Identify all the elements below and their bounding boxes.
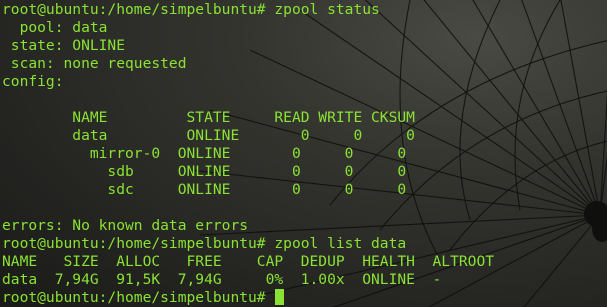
terminal-line: config: <box>2 73 64 90</box>
terminal-line: errors: No known data errors <box>2 217 249 234</box>
wire-hub <box>584 201 607 242</box>
terminal-line: NAME SIZE ALLOC FREE CAP DEDUP HEALTH AL… <box>2 253 495 270</box>
terminal-line: sdc ONLINE 0 0 0 <box>2 181 407 198</box>
terminal-line: state: ONLINE <box>2 37 126 54</box>
terminal-line: data 7,94G 91,5K 7,94G 0% 1.00x ONLINE - <box>2 271 442 288</box>
terminal-line: NAME STATE READ WRITE CKSUM <box>2 109 415 126</box>
terminal-window[interactable]: root@ubuntu:/home/simpelbuntu# zpool sta… <box>0 0 607 307</box>
terminal-line: root@ubuntu:/home/simpelbuntu# zpool lis… <box>2 235 407 252</box>
terminal-line: pool: data <box>2 19 108 36</box>
terminal-prompt-line: root@ubuntu:/home/simpelbuntu# <box>2 289 494 307</box>
terminal-line: sdb ONLINE 0 0 0 <box>2 163 407 180</box>
terminal-line: scan: none requested <box>2 55 187 72</box>
terminal-output: root@ubuntu:/home/simpelbuntu# zpool sta… <box>2 1 494 307</box>
text-cursor[interactable] <box>275 289 285 305</box>
terminal-line: data ONLINE 0 0 0 <box>2 127 415 144</box>
terminal-line: mirror-0 ONLINE 0 0 0 <box>2 145 407 162</box>
terminal-line: root@ubuntu:/home/simpelbuntu# zpool sta… <box>2 1 380 18</box>
